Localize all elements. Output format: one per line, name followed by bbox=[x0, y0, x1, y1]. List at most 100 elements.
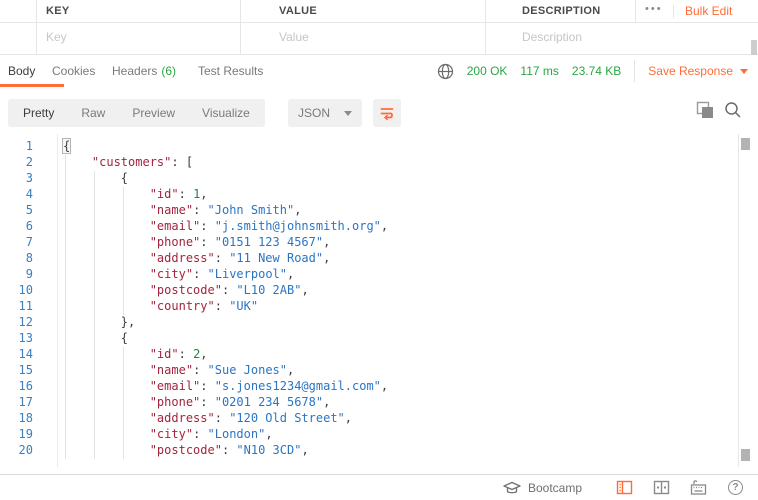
column-header-description: DESCRIPTION bbox=[522, 5, 600, 17]
search-icon bbox=[724, 101, 742, 119]
line-number: 20 bbox=[0, 442, 45, 458]
status-code: 200 OK bbox=[467, 64, 508, 78]
view-mode-segment: Pretty Raw Preview Visualize bbox=[8, 99, 265, 127]
bulk-edit-link[interactable]: Bulk Edit bbox=[685, 4, 732, 18]
value-input[interactable] bbox=[279, 30, 477, 44]
language-dropdown-value: JSON bbox=[298, 106, 330, 120]
code-line: 15 "name": "Sue Jones", bbox=[0, 362, 758, 378]
line-number: 5 bbox=[0, 202, 45, 218]
code-line: 5 "name": "John Smith", bbox=[0, 202, 758, 218]
code-line: 3 { bbox=[0, 170, 758, 186]
bootcamp-button[interactable]: Bootcamp bbox=[503, 481, 582, 495]
line-number: 10 bbox=[0, 282, 45, 298]
tab-headers[interactable]: Headers (6) bbox=[112, 64, 176, 78]
tab-headers-label: Headers bbox=[112, 64, 157, 78]
response-body-editor[interactable]: 1{2 "customers": [3 {4 "id": 1,5 "name":… bbox=[0, 134, 758, 467]
line-number: 8 bbox=[0, 250, 45, 266]
mode-pretty[interactable]: Pretty bbox=[23, 106, 54, 120]
help-button[interactable]: ? bbox=[727, 479, 744, 496]
status-bar: Bootcamp bbox=[0, 474, 758, 500]
line-number: 19 bbox=[0, 426, 45, 442]
tab-test-results[interactable]: Test Results bbox=[198, 64, 263, 78]
column-divider bbox=[240, 0, 241, 54]
response-status-area: 200 OK 117 ms 23.74 KB Save Response bbox=[437, 58, 748, 84]
keyboard-icon bbox=[690, 479, 707, 496]
code-line: 20 "postcode": "N10 3CD", bbox=[0, 442, 758, 458]
response-size: 23.74 KB bbox=[572, 64, 621, 78]
header-divider bbox=[673, 5, 674, 18]
line-number: 17 bbox=[0, 394, 45, 410]
code-line: 7 "phone": "0151 123 4567", bbox=[0, 234, 758, 250]
code-lines: 1{2 "customers": [3 {4 "id": 1,5 "name":… bbox=[0, 138, 758, 458]
tab-body[interactable]: Body bbox=[8, 64, 35, 78]
line-number: 2 bbox=[0, 154, 45, 170]
language-dropdown[interactable]: JSON bbox=[288, 99, 362, 127]
help-icon: ? bbox=[728, 480, 743, 495]
line-number: 13 bbox=[0, 330, 45, 346]
divider bbox=[634, 60, 635, 82]
column-divider bbox=[635, 0, 636, 23]
code-line: 4 "id": 1, bbox=[0, 186, 758, 202]
bootcamp-label: Bootcamp bbox=[528, 481, 582, 495]
header-row-border bbox=[0, 22, 758, 23]
column-divider bbox=[36, 0, 37, 54]
line-number: 7 bbox=[0, 234, 45, 250]
code-line: 2 "customers": [ bbox=[0, 154, 758, 170]
copy-icon bbox=[696, 101, 714, 119]
save-response-label: Save Response bbox=[648, 64, 733, 78]
line-number: 11 bbox=[0, 298, 45, 314]
line-number: 14 bbox=[0, 346, 45, 362]
search-response-button[interactable] bbox=[724, 101, 742, 119]
chevron-down-icon bbox=[740, 69, 748, 74]
column-divider bbox=[485, 0, 486, 54]
line-number: 1 bbox=[0, 138, 45, 154]
line-number: 9 bbox=[0, 266, 45, 282]
column-header-key: KEY bbox=[46, 5, 70, 17]
editor-scrollbar-thumb[interactable] bbox=[741, 138, 750, 150]
line-number: 15 bbox=[0, 362, 45, 378]
tab-cookies[interactable]: Cookies bbox=[52, 64, 95, 78]
editor-right-border bbox=[738, 134, 739, 467]
build-browse-toggle-button[interactable] bbox=[616, 479, 633, 496]
globe-icon bbox=[437, 63, 454, 80]
line-number: 16 bbox=[0, 378, 45, 394]
code-line: 16 "email": "s.jones1234@gmail.com", bbox=[0, 378, 758, 394]
line-number: 6 bbox=[0, 218, 45, 234]
params-scrollbar-thumb[interactable] bbox=[751, 40, 757, 55]
mode-preview[interactable]: Preview bbox=[132, 106, 175, 120]
code-line: 9 "city": "Liverpool", bbox=[0, 266, 758, 282]
keyboard-shortcuts-button[interactable] bbox=[690, 479, 707, 496]
wrap-lines-button[interactable] bbox=[373, 99, 401, 127]
line-number: 4 bbox=[0, 186, 45, 202]
line-number: 3 bbox=[0, 170, 45, 186]
two-pane-view-button[interactable] bbox=[653, 479, 670, 496]
panel-layout-icon bbox=[616, 479, 633, 496]
line-number: 18 bbox=[0, 410, 45, 426]
key-input[interactable] bbox=[46, 30, 231, 44]
description-input[interactable] bbox=[522, 30, 722, 44]
editor-scrollbar-bottom-thumb[interactable] bbox=[741, 449, 750, 461]
graduation-cap-icon bbox=[503, 481, 521, 495]
response-time: 117 ms bbox=[520, 64, 558, 78]
column-header-value: VALUE bbox=[279, 5, 317, 17]
code-line: 19 "city": "London", bbox=[0, 426, 758, 442]
code-line: 1{ bbox=[0, 138, 758, 154]
chevron-down-icon bbox=[344, 111, 352, 116]
headers-count-badge: (6) bbox=[161, 64, 176, 78]
code-line: 18 "address": "120 Old Street", bbox=[0, 410, 758, 426]
postman-response-panel: KEY VALUE DESCRIPTION ••• Bulk Edit Body… bbox=[0, 0, 758, 500]
wrap-lines-icon bbox=[379, 105, 395, 121]
mode-raw[interactable]: Raw bbox=[81, 106, 105, 120]
code-line: 8 "address": "11 New Road", bbox=[0, 250, 758, 266]
split-pane-icon bbox=[653, 479, 670, 496]
code-line: 11 "country": "UK" bbox=[0, 298, 758, 314]
mode-visualize[interactable]: Visualize bbox=[202, 106, 250, 120]
code-line: 13 { bbox=[0, 330, 758, 346]
active-tab-underline bbox=[0, 84, 64, 87]
copy-response-button[interactable] bbox=[696, 101, 714, 119]
code-line: 17 "phone": "0201 234 5678", bbox=[0, 394, 758, 410]
params-menu-button[interactable]: ••• bbox=[645, 3, 663, 15]
code-line: 6 "email": "j.smith@johnsmith.org", bbox=[0, 218, 758, 234]
code-line: 14 "id": 2, bbox=[0, 346, 758, 362]
save-response-button[interactable]: Save Response bbox=[648, 64, 748, 78]
